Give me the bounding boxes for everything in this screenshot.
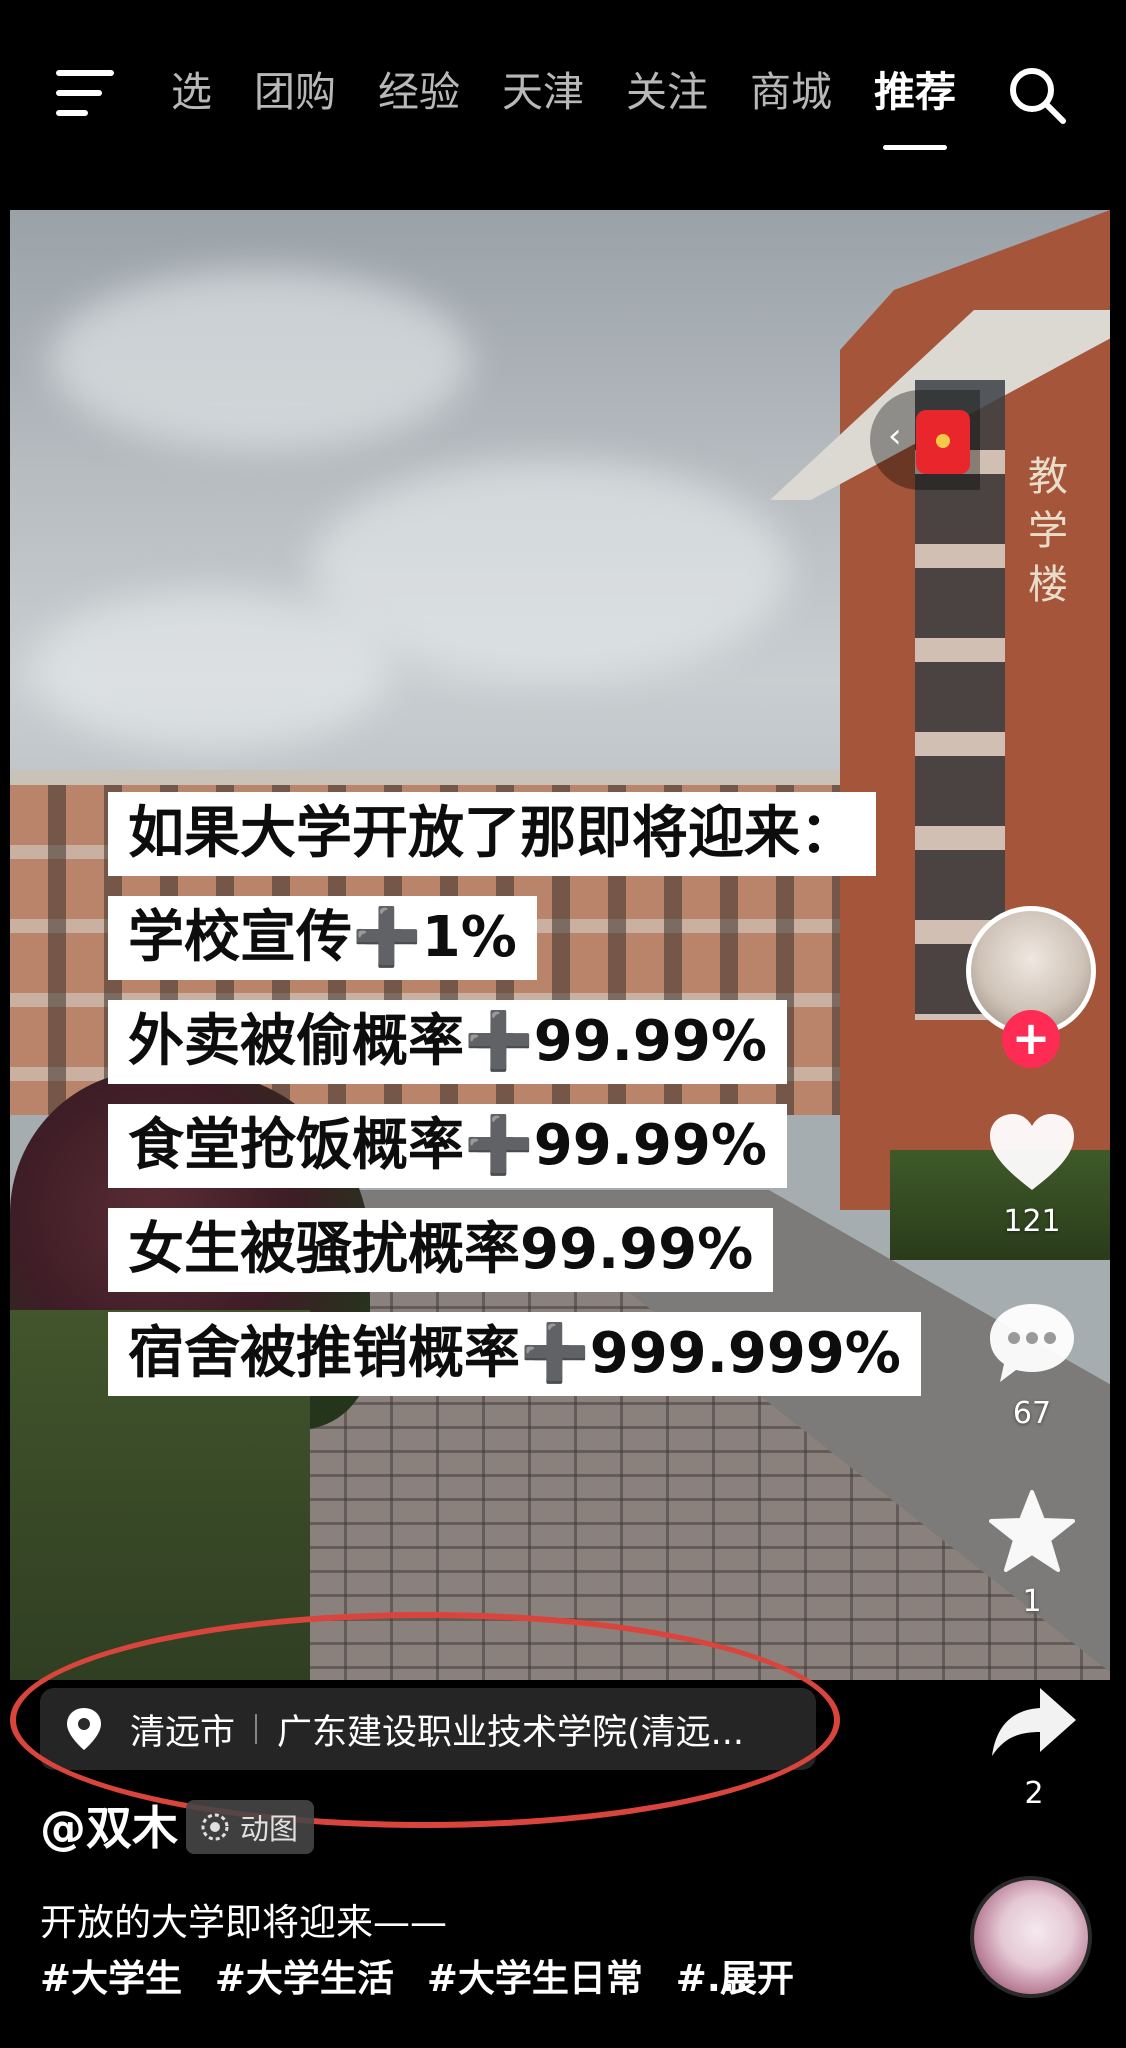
share-count: 2 bbox=[1024, 1776, 1044, 1811]
red-envelope-icon bbox=[916, 410, 970, 474]
caption-list: 如果大学开放了那即将迎来： 学校宣传➕1% 外卖被偷概率➕99.99% 食堂抢饭… bbox=[108, 792, 921, 1416]
location-pin-icon bbox=[67, 1708, 101, 1750]
like-count: 121 bbox=[1003, 1204, 1061, 1239]
video-player[interactable]: 教学楼 如果大学开放了那即将迎来： 学校宣传➕1% 外卖被偷概率➕99.99% … bbox=[10, 210, 1110, 1680]
red-packet-widget[interactable]: ‹ bbox=[870, 390, 980, 490]
hashtag-list: #大学生 #大学生活 #大学生日常 #... bbox=[40, 1948, 769, 2002]
author-name[interactable]: @双木 bbox=[40, 1792, 178, 1858]
music-disc[interactable] bbox=[970, 1876, 1092, 1998]
caption-line: 如果大学开放了那即将迎来： bbox=[108, 792, 876, 876]
cloud bbox=[50, 270, 470, 450]
animation-icon bbox=[201, 1813, 229, 1841]
caption-line: 食堂抢饭概率➕99.99% bbox=[108, 1104, 787, 1188]
search-icon[interactable] bbox=[1006, 64, 1068, 126]
share-arrow-icon bbox=[992, 1688, 1076, 1756]
animated-image-badge: 动图 bbox=[186, 1800, 315, 1854]
favorite-count: 1 bbox=[1022, 1584, 1042, 1619]
tab-strip: 选 团购 经验 天津 关注 商城 推荐 bbox=[150, 60, 977, 150]
menu-icon[interactable] bbox=[56, 70, 114, 116]
caption-line: 女生被骚扰概率99.99% bbox=[108, 1208, 774, 1292]
share-button[interactable]: 2 bbox=[984, 1682, 1084, 1811]
location-city: 清远市 bbox=[130, 1712, 236, 1753]
tab-select[interactable]: 选 bbox=[150, 60, 233, 140]
location-tag[interactable]: 清远市 广东建设职业技术学院(清远... bbox=[40, 1688, 816, 1770]
location-divider bbox=[255, 1714, 258, 1744]
follow-button[interactable]: + bbox=[1002, 1010, 1060, 1068]
location-place: 广东建设职业技术学院(清远... bbox=[277, 1712, 745, 1753]
comment-button[interactable]: 67 bbox=[980, 1300, 1084, 1431]
cloud bbox=[30, 590, 390, 750]
expand-button[interactable]: 展开 bbox=[720, 1948, 794, 2002]
favorite-button[interactable]: 1 bbox=[980, 1488, 1084, 1619]
heart-icon bbox=[990, 1114, 1074, 1190]
comment-count: 67 bbox=[1012, 1396, 1052, 1431]
building-sign: 教学楼 bbox=[1028, 454, 1068, 608]
badge-label: 动图 bbox=[240, 1812, 299, 1846]
comment-icon bbox=[990, 1304, 1074, 1382]
post-description: 开放的大学即将迎来—— bbox=[40, 1901, 447, 1944]
top-nav-bar: 选 团购 经验 天津 关注 商城 推荐 bbox=[0, 0, 1126, 210]
caption-line: 宿舍被推销概率➕999.999% bbox=[108, 1312, 921, 1396]
tab-following[interactable]: 关注 bbox=[605, 60, 729, 140]
star-icon bbox=[989, 1490, 1075, 1572]
tab-recommended[interactable]: 推荐 bbox=[853, 60, 977, 150]
hashtag[interactable]: #大学生日常 bbox=[427, 1957, 643, 2000]
chevron-left-icon: ‹ bbox=[888, 416, 902, 456]
like-button[interactable]: 121 bbox=[980, 1110, 1084, 1239]
hashtag[interactable]: #大学生活 bbox=[215, 1957, 394, 2000]
hashtag[interactable]: #大学生 bbox=[40, 1957, 182, 2000]
tab-group-buy[interactable]: 团购 bbox=[233, 60, 357, 140]
tab-tianjin[interactable]: 天津 bbox=[481, 60, 605, 140]
tab-experience[interactable]: 经验 bbox=[357, 60, 481, 140]
caption-line: 学校宣传➕1% bbox=[108, 896, 537, 980]
tab-mall[interactable]: 商城 bbox=[729, 60, 853, 140]
caption-line: 外卖被偷概率➕99.99% bbox=[108, 1000, 787, 1084]
